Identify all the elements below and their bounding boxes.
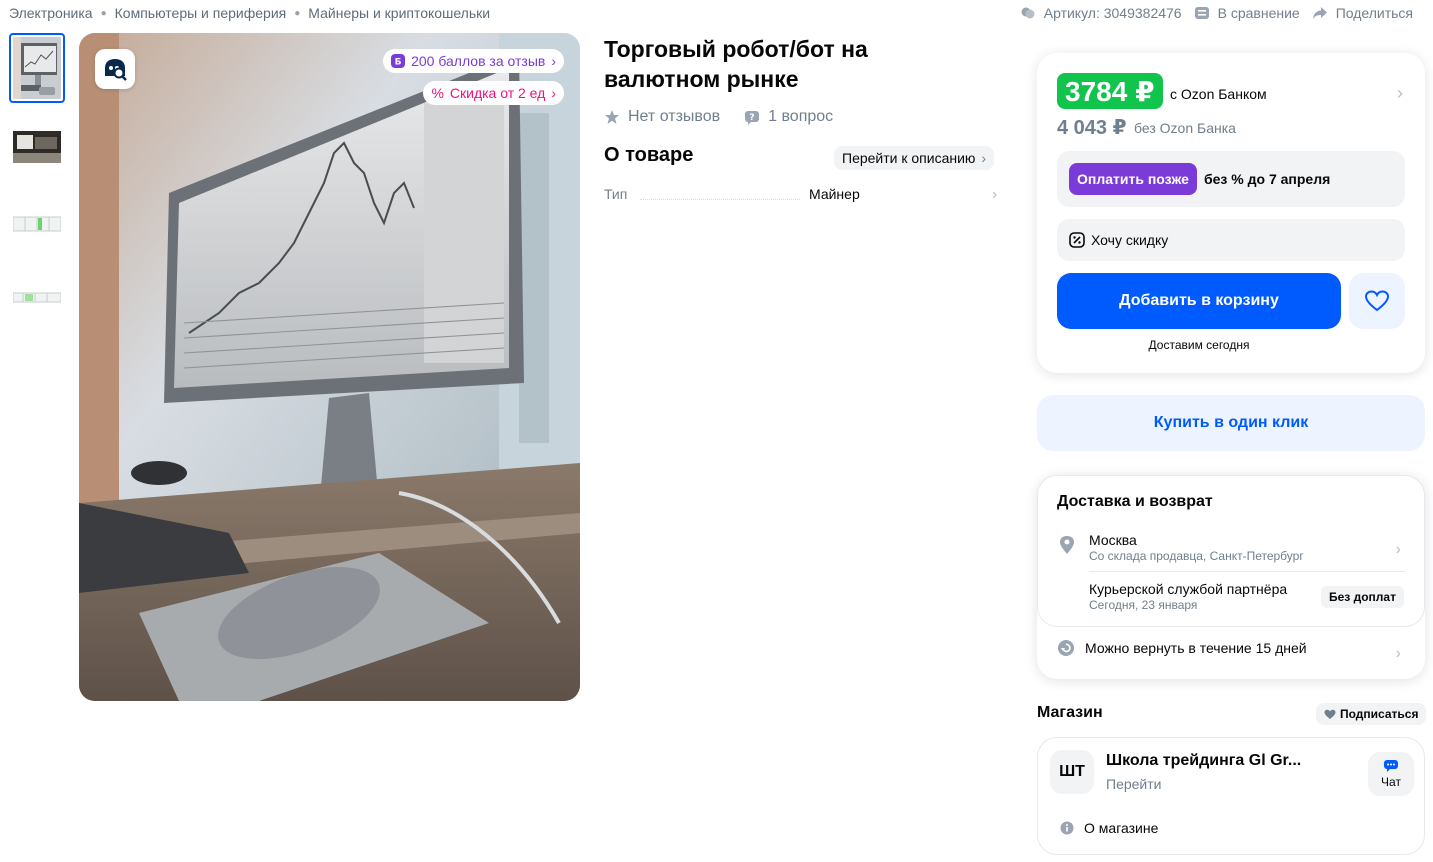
chat-button[interactable]: Чат: [1368, 752, 1414, 796]
chat-label: Чат: [1381, 775, 1401, 789]
heart-small-icon: [1324, 709, 1336, 719]
chat-icon: [1384, 760, 1398, 772]
attribute-dots: [640, 199, 800, 200]
buy-card: 3784 ₽ с Ozon Банком 4 043 ₽ без Ozon Ба…: [1037, 53, 1425, 373]
delivery-city[interactable]: Москва: [1089, 532, 1137, 548]
thumbnail-image: [13, 131, 61, 163]
compare-icon: [1194, 7, 1209, 19]
buy-one-click-button[interactable]: Купить в один клик: [1037, 395, 1425, 451]
price-with-bank-note: с Ozon Банком: [1170, 86, 1267, 102]
reviews-points-label: 200 баллов за отзыв: [411, 53, 546, 69]
thumbnail-4[interactable]: [9, 263, 65, 333]
breadcrumb-separator: ●: [100, 7, 107, 19]
reviews-points-badge[interactable]: Б 200 баллов за отзыв ›: [383, 49, 564, 73]
pay-later-note: без % до 7 апреля: [1204, 171, 1331, 187]
points-icon: Б: [391, 54, 406, 68]
svg-text:Б: Б: [395, 58, 402, 68]
product-main-image[interactable]: Б 200 баллов за отзыв › % Скидка от 2 ед…: [79, 33, 580, 701]
chevron-right-icon: ›: [551, 53, 556, 69]
breadcrumb-separator: ●: [294, 7, 301, 19]
delivery-today-note: Доставим сегодня: [1148, 338, 1250, 352]
shop-logo[interactable]: ШТ: [1050, 750, 1094, 794]
breadcrumb: Электроника ● Компьютеры и периферия ● М…: [9, 4, 490, 22]
product-meta: Нет отзывов ? 1 вопрос: [604, 106, 833, 128]
shop-card: ШТ Школа трейдинга Gl Gr... Перейти Чат …: [1037, 737, 1425, 855]
top-actions: Артикул: 3049382476 В сравнение Поделить…: [1020, 4, 1413, 22]
thumbnail-image: [13, 292, 61, 303]
quantity-discount-badge[interactable]: % Скидка от 2 ед ›: [423, 81, 564, 105]
chevron-right-icon: ›: [551, 85, 556, 101]
quantity-discount-label: Скидка от 2 ед: [449, 85, 546, 101]
delivery-courier: Курьерской службой партнёра: [1089, 581, 1288, 597]
info-icon: [1060, 821, 1074, 835]
product-title: Торговый робот/бот на валютном рынке: [604, 36, 868, 92]
product-photo: [79, 33, 580, 701]
breadcrumb-item-miners[interactable]: Майнеры и криптокошельки: [308, 5, 490, 21]
delivery-date: Сегодня, 23 января: [1089, 598, 1198, 612]
favorite-button[interactable]: [1349, 273, 1405, 329]
price-with-bank: 3784 ₽: [1057, 73, 1163, 109]
attribute-value[interactable]: Майнер: [809, 186, 860, 202]
thumbnail-2[interactable]: [9, 111, 65, 181]
star-icon: [605, 110, 619, 124]
thumbnail-1[interactable]: [9, 33, 65, 103]
heart-icon: [1365, 290, 1389, 312]
share-label: Поделиться: [1335, 5, 1413, 21]
return-policy[interactable]: Можно вернуть в течение 15 дней: [1057, 639, 1307, 657]
subscribe-label: Подписаться: [1340, 707, 1419, 721]
share-button[interactable]: Поделиться: [1312, 5, 1413, 21]
subscribe-button[interactable]: Подписаться: [1316, 703, 1427, 725]
about-shop-label: О магазине: [1084, 820, 1159, 836]
pay-later-box[interactable]: Оплатить позже без % до 7 апреля: [1057, 151, 1405, 207]
delivery-source: Со склада продавца, Санкт-Петербург: [1089, 549, 1304, 563]
thumbnail-3[interactable]: [9, 187, 65, 257]
delivery-title: Доставка и возврат: [1057, 493, 1213, 510]
breadcrumb-item-computers[interactable]: Компьютеры и периферия: [115, 5, 287, 21]
thumbnail-image: [13, 37, 61, 99]
share-icon: [1312, 7, 1327, 19]
chevron-right-icon[interactable]: ›: [1396, 645, 1401, 663]
article-icon: [1021, 7, 1035, 19]
article-label: Артикул: 3049382476: [1043, 5, 1182, 21]
about-heading: О товаре: [604, 144, 694, 166]
chevron-right-icon: ›: [981, 150, 987, 166]
percent-icon: %: [431, 85, 444, 101]
goto-description-label: Перейти к описанию: [842, 150, 976, 166]
question-icon: ?: [745, 111, 760, 125]
chevron-right-icon: ›: [992, 186, 998, 203]
image-search-icon: [105, 59, 127, 81]
want-discount-label: Хочу скидку: [1091, 232, 1169, 248]
price-regular: 4 043 ₽: [1057, 117, 1127, 139]
add-to-cart-button[interactable]: Добавить в корзину: [1057, 273, 1341, 329]
shop-name[interactable]: Школа трейдинга Gl Gr...: [1106, 752, 1301, 770]
no-extra-cost-badge: Без доплат: [1321, 586, 1404, 608]
goto-description-button[interactable]: Перейти к описанию ›: [834, 146, 995, 170]
article-number[interactable]: Артикул: 3049382476: [1020, 5, 1182, 21]
reviews-link[interactable]: Нет отзывов: [628, 108, 720, 126]
chevron-right-icon[interactable]: ›: [1396, 541, 1401, 559]
thumbnail-image: [13, 216, 61, 232]
shop-go-link[interactable]: Перейти: [1106, 776, 1161, 792]
svg-text:?: ?: [750, 113, 755, 123]
pay-later-button[interactable]: Оплатить позже: [1069, 163, 1197, 195]
compare-label: В сравнение: [1217, 5, 1300, 21]
discount-icon: [1069, 232, 1085, 248]
questions-link[interactable]: 1 вопрос: [768, 108, 833, 126]
breadcrumb-item-electronics[interactable]: Электроника: [9, 5, 93, 21]
want-discount-button[interactable]: Хочу скидку: [1057, 219, 1405, 261]
image-search-button[interactable]: [95, 49, 135, 89]
compare-button[interactable]: В сравнение: [1194, 5, 1300, 21]
divider: [1089, 571, 1405, 572]
location-pin-icon: [1060, 536, 1074, 554]
price-regular-note: без Ozon Банка: [1134, 120, 1236, 136]
shop-heading: Магазин: [1037, 704, 1103, 721]
return-icon: [1058, 640, 1074, 656]
return-policy-label: Можно вернуть в течение 15 дней: [1085, 640, 1307, 656]
chevron-right-icon[interactable]: ›: [1397, 83, 1403, 104]
delivery-card: Доставка и возврат Москва Со склада прод…: [1037, 475, 1425, 679]
about-shop-link[interactable]: О магазине: [1060, 820, 1158, 836]
attribute-key: Тип: [604, 186, 628, 202]
